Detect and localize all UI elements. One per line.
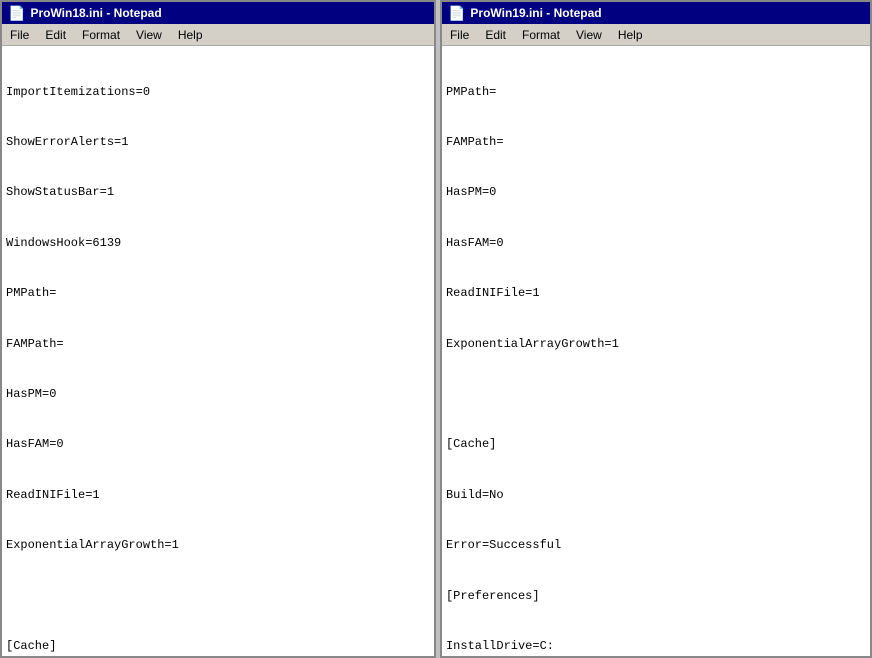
menu-help-2[interactable]: Help	[610, 26, 651, 44]
menu-format-1[interactable]: Format	[74, 26, 128, 44]
line-2-5: ReadINIFile=1	[446, 285, 866, 302]
line-2-12: InstallDrive=C:	[446, 638, 866, 655]
line-1-4: WindowsHook=6139	[6, 235, 430, 252]
line-2-9: Build=No	[446, 487, 866, 504]
line-1-9: ReadINIFile=1	[6, 487, 430, 504]
line-2-10: Error=Successful	[446, 537, 866, 554]
line-1-2: ShowErrorAlerts=1	[6, 134, 430, 151]
line-1-7: HasPM=0	[6, 386, 430, 403]
line-2-4: HasFAM=0	[446, 235, 866, 252]
line-2-3: HasPM=0	[446, 184, 866, 201]
line-1-3: ShowStatusBar=1	[6, 184, 430, 201]
line-2-6: ExponentialArrayGrowth=1	[446, 336, 866, 353]
menu-format-2[interactable]: Format	[514, 26, 568, 44]
title-text-1: ProWin18.ini - Notepad	[30, 6, 161, 20]
line-1-5: PMPath=	[6, 285, 430, 302]
menu-bar-1: File Edit Format View Help	[2, 24, 434, 46]
line-2-1: PMPath=	[446, 84, 866, 101]
notepad-icon-1: 📄	[8, 5, 25, 22]
text-content-1: ImportItemizations=0 ShowErrorAlerts=1 S…	[2, 46, 434, 656]
line-2-11: [Preferences]	[446, 588, 866, 605]
menu-file-2[interactable]: File	[442, 26, 477, 44]
line-1-11	[6, 588, 430, 605]
line-1-6: FAMPath=	[6, 336, 430, 353]
line-2-8: [Cache]	[446, 436, 866, 453]
notepad-window-1: 📄 ProWin18.ini - Notepad File Edit Forma…	[0, 0, 436, 658]
line-2-7	[446, 386, 866, 403]
notepad-window-2: 📄 ProWin19.ini - Notepad File Edit Forma…	[440, 0, 872, 658]
menu-view-2[interactable]: View	[568, 26, 610, 44]
text-content-2: PMPath= FAMPath= HasPM=0 HasFAM=0 ReadIN…	[442, 46, 870, 656]
menu-edit-1[interactable]: Edit	[37, 26, 74, 44]
line-2-2: FAMPath=	[446, 134, 866, 151]
menu-edit-2[interactable]: Edit	[477, 26, 514, 44]
menu-bar-2: File Edit Format View Help	[442, 24, 870, 46]
title-bar-1: 📄 ProWin18.ini - Notepad	[2, 2, 434, 24]
title-bar-2: 📄 ProWin19.ini - Notepad	[442, 2, 870, 24]
notepad-icon-2: 📄	[448, 5, 465, 22]
line-1-12: [Cache]	[6, 638, 430, 655]
menu-help-1[interactable]: Help	[170, 26, 211, 44]
menu-file-1[interactable]: File	[2, 26, 37, 44]
menu-view-1[interactable]: View	[128, 26, 170, 44]
line-1-8: HasFAM=0	[6, 436, 430, 453]
title-text-2: ProWin19.ini - Notepad	[470, 6, 601, 20]
line-1-10: ExponentialArrayGrowth=1	[6, 537, 430, 554]
line-1-1: ImportItemizations=0	[6, 84, 430, 101]
